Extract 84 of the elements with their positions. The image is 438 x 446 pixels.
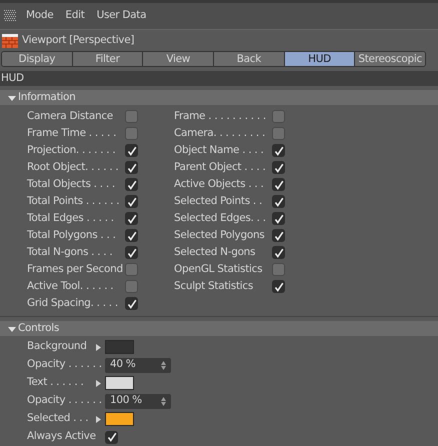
checkbox[interactable] — [125, 161, 138, 174]
option-label: Projection. . . . . . . — [27, 142, 116, 158]
expand-arrow-icon[interactable] — [96, 416, 101, 422]
option-label: Total Points . . . . . . — [27, 194, 120, 209]
option-label: Camera. . . . . . . . . — [174, 126, 266, 141]
group-title: Controls — [18, 320, 60, 336]
checkbox[interactable] — [272, 246, 285, 259]
option-label: Selected Polygons — [174, 228, 266, 243]
option-label: Parent Object . . . . — [174, 160, 267, 175]
checkbox[interactable] — [272, 127, 285, 140]
viewport-icon — [2, 34, 18, 48]
option-label: Selected Points . . — [174, 194, 264, 209]
option-label: Selected Edges. . . — [174, 210, 267, 226]
tab[interactable]: Filter — [72, 52, 144, 66]
checkbox[interactable] — [272, 195, 285, 208]
option-label: Frames per Second — [27, 262, 124, 277]
checkbox[interactable] — [105, 430, 118, 444]
option-label: Frame . . . . . . . . . . — [174, 108, 267, 124]
expand-arrow-icon[interactable] — [96, 344, 101, 350]
option-label: Sculpt Statistics — [174, 278, 254, 294]
checkbox[interactable] — [125, 178, 138, 191]
tab[interactable]: View — [143, 52, 214, 66]
checkbox[interactable] — [272, 263, 285, 276]
number-field[interactable]: 40 % — [105, 358, 171, 372]
checkbox[interactable] — [125, 297, 138, 310]
checkbox[interactable] — [125, 263, 138, 276]
number-field[interactable]: 100 % — [105, 394, 171, 408]
checkbox[interactable] — [272, 280, 285, 293]
checkbox[interactable] — [125, 127, 138, 140]
option-label: Object Name . . . . — [174, 142, 265, 158]
color-swatch[interactable] — [105, 340, 134, 354]
tab[interactable]: Back — [214, 52, 285, 66]
checkbox[interactable] — [125, 212, 138, 225]
window-title: Viewport [Perspective] — [22, 32, 134, 48]
menu-item[interactable]: Edit — [65, 8, 85, 24]
spinner-icon — [161, 396, 166, 406]
checkbox[interactable] — [272, 178, 285, 191]
color-swatch[interactable] — [105, 412, 134, 426]
menu-item[interactable]: Mode — [26, 8, 54, 24]
checkmark-icon — [126, 298, 136, 308]
triangle-icon — [8, 94, 16, 102]
checkbox[interactable] — [125, 195, 138, 208]
option-label: Opacity . . . . . . — [27, 393, 103, 408]
tab[interactable]: Display — [2, 52, 73, 66]
expand-arrow-icon[interactable] — [96, 380, 101, 386]
group-title: Information — [18, 90, 76, 105]
tab[interactable]: Stereoscopic — [355, 52, 425, 66]
checkbox[interactable] — [272, 110, 285, 123]
option-label: Background — [27, 339, 88, 354]
option-label: Always Active — [27, 429, 97, 444]
option-label: Root Object. . . . . . — [27, 160, 120, 175]
menu-item[interactable]: User Data — [96, 8, 146, 24]
option-label: Text . . . . . . — [27, 375, 84, 390]
checkbox[interactable] — [272, 161, 285, 174]
option-label: Frame Time . . . . . — [27, 126, 118, 141]
color-swatch[interactable] — [105, 376, 134, 390]
option-label: OpenGL Statistics — [174, 262, 264, 277]
spinner-icon — [161, 360, 166, 370]
option-label: Active Tool. . . . . . — [27, 278, 114, 294]
checkbox[interactable] — [125, 246, 138, 259]
option-label: Opacity . . . . . . — [27, 357, 103, 372]
option-label: Total N-gons . . . . — [27, 244, 114, 260]
group-header[interactable]: Controls — [0, 321, 438, 336]
option-label: Total Edges . . . . . — [27, 210, 115, 226]
group-header[interactable]: Information — [0, 90, 438, 105]
option-label: Total Polygons . . . — [27, 228, 117, 243]
tab[interactable]: HUD — [284, 52, 356, 66]
option-label: Camera Distance — [27, 108, 114, 124]
checkbox[interactable] — [272, 144, 285, 157]
option-label: Active Objects . . . — [174, 176, 265, 192]
section-title: HUD — [1, 70, 24, 86]
checkbox[interactable] — [125, 229, 138, 242]
option-label: Grid Spacing. . . . . — [27, 296, 119, 311]
checkmark-icon — [274, 282, 284, 292]
checkbox[interactable] — [272, 229, 285, 242]
checkbox[interactable] — [125, 280, 138, 293]
checkbox[interactable] — [125, 110, 138, 123]
checkbox[interactable] — [272, 212, 285, 225]
option-label: Selected N-gons — [174, 244, 256, 260]
option-label: Total Objects . . . . — [27, 176, 116, 192]
checkmark-icon — [106, 432, 116, 442]
triangle-icon — [8, 324, 16, 332]
option-label: Selected . . . — [27, 411, 90, 426]
checkbox[interactable] — [125, 144, 138, 157]
